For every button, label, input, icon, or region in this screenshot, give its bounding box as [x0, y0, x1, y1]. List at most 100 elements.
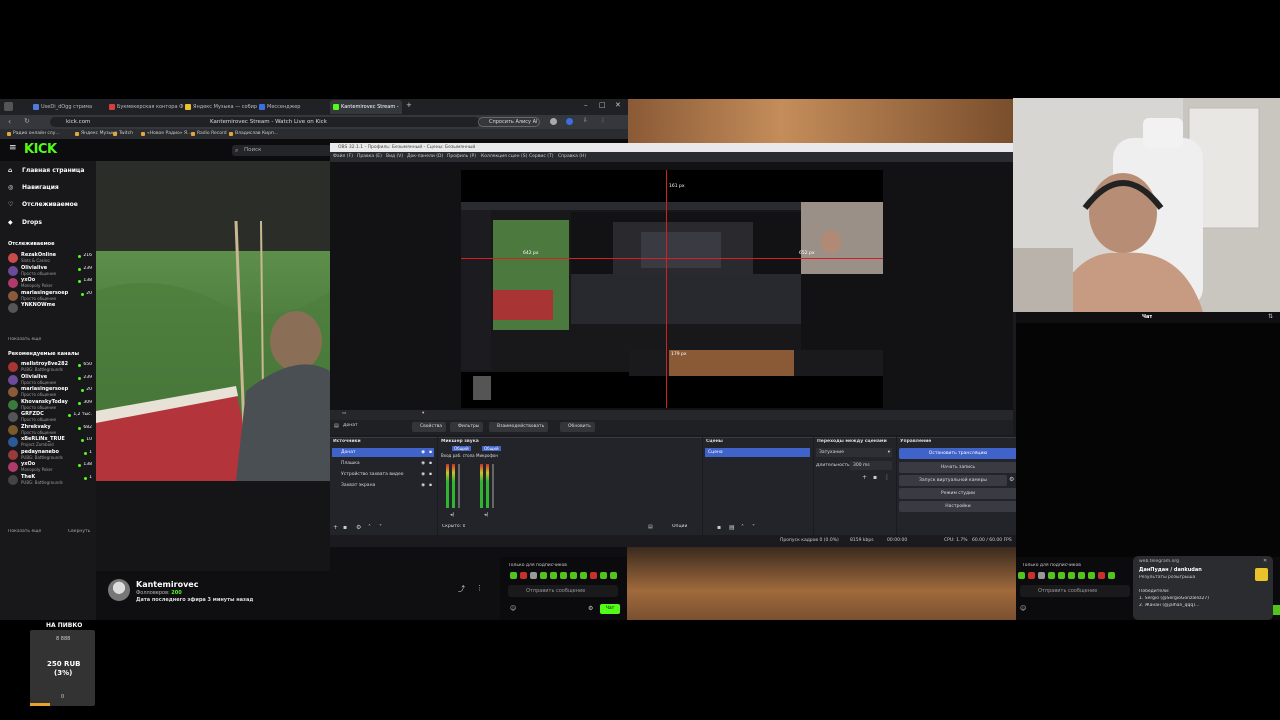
volume-slider[interactable]	[458, 464, 460, 508]
menu-profile[interactable]: Профиль (P)	[447, 152, 476, 162]
emote-icon[interactable]	[580, 572, 587, 579]
tab-3[interactable]: Мессенджер	[256, 100, 330, 114]
emote-icon[interactable]	[550, 572, 557, 579]
source-item[interactable]: Захват экрана ◉ ▪	[332, 481, 434, 490]
nav-following[interactable]: ♡ Отслеживаемое	[8, 201, 78, 208]
close-icon[interactable]: ✕	[615, 101, 621, 109]
channel-item[interactable]: YNKNOWme	[8, 302, 92, 314]
chat-input[interactable]: Отправить сообщение	[1020, 585, 1130, 597]
notification-toast[interactable]: web.telegram.org ✕ ДанПудан / dankudan Р…	[1133, 556, 1273, 620]
emote-icon[interactable]	[530, 572, 537, 579]
tab-2[interactable]: Яндекс Музыка — собир	[182, 100, 257, 114]
collapse-link[interactable]: Свернуть	[68, 529, 90, 534]
chat-input[interactable]: Отправить сообщение	[508, 585, 618, 597]
settings-icon[interactable]: ⋮	[600, 117, 606, 124]
close-icon[interactable]: ✕	[1263, 558, 1267, 564]
menu-view[interactable]: Вид (V)	[386, 152, 403, 162]
browser-menu-icon[interactable]	[4, 102, 13, 111]
bookmark-item[interactable]: Радио онлайн слу...	[6, 129, 60, 139]
url-field[interactable]: kick.com Kantemirovec Stream - Watch Liv…	[50, 117, 480, 127]
tab-1[interactable]: Букмекерская контора Ф	[106, 100, 183, 114]
channel-item[interactable]: pedaynanebo PUBG: Battlegrounds 1	[8, 449, 92, 461]
eye-icon[interactable]: ◉	[421, 470, 425, 479]
emote-icon[interactable]	[610, 572, 617, 579]
search-input[interactable]: ⌕ Поиск	[232, 145, 332, 156]
emote-icon[interactable]	[540, 572, 547, 579]
move-up-icon[interactable]: ˄	[741, 524, 744, 531]
show-more-link[interactable]: Показать ещё	[8, 337, 41, 342]
start-recording-button[interactable]: Начать запись	[899, 462, 1017, 473]
maximize-icon[interactable]: □	[599, 101, 606, 109]
scene-filter-icon[interactable]: ▤	[729, 524, 735, 531]
settings-button[interactable]: Настройки	[899, 501, 1017, 512]
share-icon[interactable]: ⤴	[458, 584, 465, 594]
chat-send-button[interactable]: Чат	[600, 604, 620, 614]
virtual-camera-button[interactable]: Запуск виртуальной камеры	[899, 475, 1007, 486]
extensions-icon[interactable]	[550, 118, 557, 125]
channel-item[interactable]: Olivialive Просто общение 239	[8, 265, 92, 277]
menu-file[interactable]: Файл (F)	[333, 152, 353, 162]
mixer-menu-icon[interactable]: ▤	[648, 524, 653, 530]
move-down-icon[interactable]: ˅	[379, 524, 382, 531]
channel-item[interactable]: GRFZDC Просто общение 1,2 тыс.	[8, 411, 92, 423]
add-source-icon[interactable]: +	[333, 524, 338, 531]
nav-drops[interactable]: ◆ Drops	[8, 219, 42, 226]
move-up-icon[interactable]: ˄	[368, 524, 371, 531]
remove-scene-icon[interactable]: ▪	[717, 524, 721, 531]
emote-icon[interactable]	[1058, 572, 1065, 579]
filters-button[interactable]: Фильтры	[450, 422, 484, 432]
channel-item[interactable]: mellstroy8ve282 PUBG: Battlegrounds 650	[8, 361, 92, 373]
channel-item[interactable]: Zhrekvaky Просто общение 682	[8, 424, 92, 436]
emote-icon[interactable]	[1048, 572, 1055, 579]
eye-icon[interactable]: ◉	[421, 481, 425, 490]
emote-icon[interactable]	[590, 572, 597, 579]
channel-item[interactable]: TheK PUBG: Battlegrounds 1	[8, 474, 92, 486]
emote-icon[interactable]	[510, 572, 517, 579]
emoji-icon[interactable]: ☺	[510, 605, 516, 612]
lock-icon[interactable]: ▪	[429, 470, 432, 479]
chat-settings-icon[interactable]: ⇅	[1268, 313, 1273, 320]
channel-item[interactable]: xBeRLiNx_TRUE Project Zomboid 10	[8, 436, 92, 448]
menu-help[interactable]: Справка (H)	[558, 152, 586, 162]
transition-menu-icon[interactable]: ⋮	[884, 474, 890, 481]
ask-alice-button[interactable]: Спросить Алису AI	[478, 117, 540, 127]
bookmark-item[interactable]: Яндекс Музыка	[74, 129, 118, 139]
emote-icon[interactable]	[1038, 572, 1045, 579]
downloads-icon[interactable]: ⇩	[583, 117, 588, 124]
refresh-button[interactable]: Обновить	[560, 422, 595, 432]
volume-slider[interactable]	[492, 464, 494, 508]
emote-icon[interactable]	[1018, 572, 1025, 579]
bookmark-item[interactable]: «Новое Радио» Я...	[140, 129, 191, 139]
emote-icon[interactable]	[1068, 572, 1075, 579]
show-more-link[interactable]: Показать ещё	[8, 529, 41, 534]
nav-browse[interactable]: ◎ Навигация	[8, 184, 59, 191]
preview-canvas[interactable]: 161 px 642 px 652 px 179 px	[461, 170, 883, 408]
source-item[interactable]: Плашка ◉ ▪	[332, 459, 434, 468]
avatar[interactable]	[108, 579, 130, 601]
emote-icon[interactable]	[520, 572, 527, 579]
channel-item[interactable]: yxOo Monopoly Poker 138	[8, 461, 92, 473]
emote-icon[interactable]	[1108, 572, 1115, 579]
emote-icon[interactable]	[1098, 572, 1105, 579]
move-down-icon[interactable]: ˅	[752, 524, 755, 531]
nav-home[interactable]: ⌂ Главная страница	[8, 167, 84, 174]
emote-icon[interactable]	[1028, 572, 1035, 579]
channel-item[interactable]: mariasingersoep Просто общение 20	[8, 386, 92, 398]
menu-edit[interactable]: Правка (E)	[357, 152, 382, 162]
source-item[interactable]: Донат ◉ ▪	[332, 448, 434, 457]
speaker-icon[interactable]: ◂)	[450, 512, 454, 518]
reload-icon[interactable]: ↻	[24, 117, 30, 125]
eye-icon[interactable]: ◉	[421, 448, 425, 457]
mixer-device-label[interactable]: Вход раб. стола	[441, 453, 475, 458]
interact-button[interactable]: Взаимодействовать	[489, 422, 549, 432]
mixer-options-button[interactable]: Опции	[672, 524, 687, 529]
channel-item[interactable]: KhovanskyToday Просто общение 309	[8, 399, 92, 411]
remove-transition-icon[interactable]: ▪	[873, 474, 877, 481]
lock-icon[interactable]: ▪	[429, 459, 432, 468]
hamburger-icon[interactable]: ≡	[9, 143, 17, 153]
add-transition-icon[interactable]: +	[862, 474, 867, 481]
remove-source-icon[interactable]: ▪	[343, 524, 347, 531]
tab-4[interactable]: Kantemirovec Stream -	[330, 100, 402, 114]
lock-icon[interactable]: ▾	[422, 411, 424, 416]
properties-button[interactable]: Свойства	[412, 422, 446, 432]
